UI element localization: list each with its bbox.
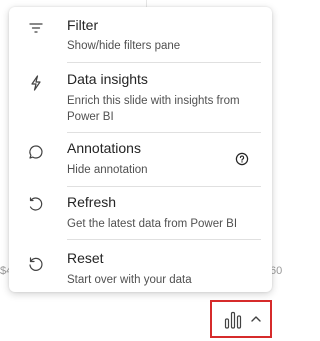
menu-item-annotations[interactable]: Annotations Hide annotation (9, 133, 272, 187)
chart-menu-toggle-button[interactable] (210, 300, 272, 338)
reset-icon (27, 255, 45, 273)
menu-item-title: Filter (67, 17, 99, 33)
menu-item-reset[interactable]: Reset Start over with your data (9, 240, 272, 292)
menu-item-title: Data insights (67, 71, 148, 87)
filter-icon (27, 19, 45, 37)
menu-item-data-insights[interactable]: Data insights Enrich this slide with ins… (9, 63, 272, 136)
lightning-icon (27, 74, 45, 92)
menu-item-description: Show/hide filters pane (67, 40, 181, 52)
slide-options-menu: Filter Show/hide filters pane Data insig… (9, 7, 272, 292)
chevron-up-icon (251, 316, 261, 322)
bar-chart-icon (224, 311, 242, 329)
refresh-icon (27, 196, 45, 214)
menu-item-refresh[interactable]: Refresh Get the latest data from Power B… (9, 187, 272, 240)
menu-item-description: Hide annotation (67, 164, 148, 176)
help-icon[interactable] (235, 152, 249, 166)
comment-icon (27, 143, 45, 161)
menu-item-title: Reset (67, 250, 104, 266)
menu-item-description: Enrich this slide with insights from Pow… (67, 95, 240, 123)
menu-item-filter[interactable]: Filter Show/hide filters pane (9, 7, 272, 67)
stage: $4 60 Filter Show/hide filters pane Data… (0, 0, 282, 341)
menu-item-description: Start over with your data (67, 274, 192, 286)
menu-item-title: Annotations (67, 140, 141, 156)
menu-item-title: Refresh (67, 194, 117, 210)
menu-item-description: Get the latest data from Power BI (67, 218, 238, 230)
